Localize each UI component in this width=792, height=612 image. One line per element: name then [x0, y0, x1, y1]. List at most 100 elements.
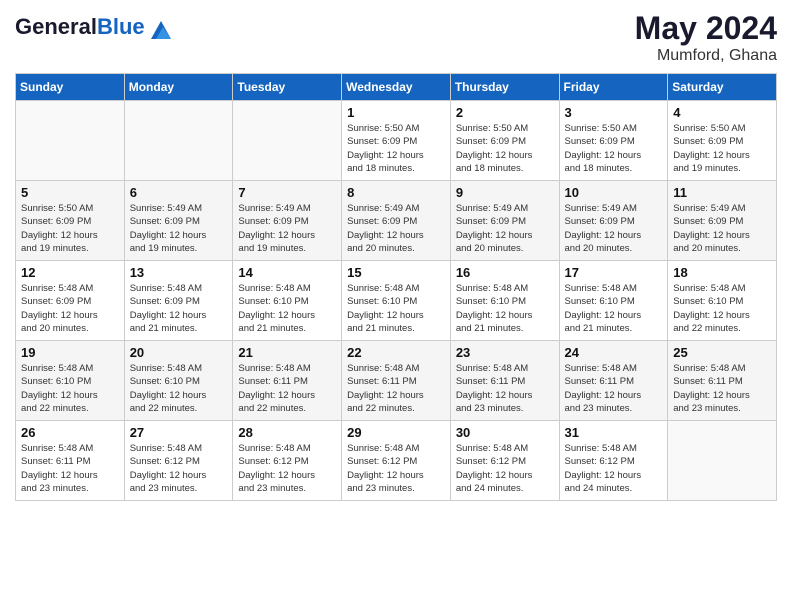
day-info: Sunrise: 5:48 AM Sunset: 6:10 PM Dayligh… [21, 362, 119, 415]
day-info: Sunrise: 5:48 AM Sunset: 6:12 PM Dayligh… [130, 442, 228, 495]
day-number: 23 [456, 345, 554, 360]
day-number: 15 [347, 265, 445, 280]
calendar-cell [233, 101, 342, 181]
calendar-cell: 7 Sunrise: 5:49 AM Sunset: 6:09 PM Daylig… [233, 181, 342, 261]
day-info: Sunrise: 5:48 AM Sunset: 6:10 PM Dayligh… [456, 282, 554, 335]
day-number: 8 [347, 185, 445, 200]
page-header: GeneralBlue May 2024 Mumford, Ghana [15, 10, 777, 65]
calendar-header-row: SundayMondayTuesdayWednesdayThursdayFrid… [16, 74, 777, 101]
logo-blue: Blue [97, 14, 145, 39]
calendar-cell: 21Sunrise: 5:48 AM Sunset: 6:11 PM Dayli… [233, 341, 342, 421]
calendar-cell: 18 Sunrise: 5:48 AM Sunset: 6:10 PM Dayli… [668, 261, 777, 341]
calendar-cell: 1 Sunrise: 5:50 AM Sunset: 6:09 PM Daylig… [342, 101, 451, 181]
day-number: 7 [238, 185, 336, 200]
day-number: 17 [565, 265, 663, 280]
calendar-cell: 2Sunrise: 5:50 AM Sunset: 6:09 PM Daylig… [450, 101, 559, 181]
calendar-cell: 3 Sunrise: 5:50 AM Sunset: 6:09 PM Daylig… [559, 101, 668, 181]
calendar-cell: 10Sunrise: 5:49 AM Sunset: 6:09 PM Dayli… [559, 181, 668, 261]
calendar-cell: 14Sunrise: 5:48 AM Sunset: 6:10 PM Dayli… [233, 261, 342, 341]
calendar-week-1: 1 Sunrise: 5:50 AM Sunset: 6:09 PM Daylig… [16, 101, 777, 181]
day-number: 28 [238, 425, 336, 440]
day-info: Sunrise: 5:49 AM Sunset: 6:09 PM Dayligh… [130, 202, 228, 255]
day-info: Sunrise: 5:50 AM Sunset: 6:09 PM Dayligh… [21, 202, 119, 255]
calendar-cell: 12 Sunrise: 5:48 AM Sunset: 6:09 PM Dayli… [16, 261, 125, 341]
day-number: 4 [673, 105, 771, 120]
calendar-week-4: 19 Sunrise: 5:48 AM Sunset: 6:10 PM Dayli… [16, 341, 777, 421]
calendar-cell: 20 Sunrise: 5:48 AM Sunset: 6:10 PM Dayli… [124, 341, 233, 421]
month-year-title: May 2024 [635, 10, 777, 47]
calendar-table: SundayMondayTuesdayWednesdayThursdayFrid… [15, 73, 777, 501]
day-number: 31 [565, 425, 663, 440]
calendar-cell: 29Sunrise: 5:48 AM Sunset: 6:12 PM Dayli… [342, 421, 451, 501]
calendar-week-5: 26 Sunrise: 5:48 AM Sunset: 6:11 PM Dayli… [16, 421, 777, 501]
day-number: 1 [347, 105, 445, 120]
calendar-cell: 30 Sunrise: 5:48 AM Sunset: 6:12 PM Dayli… [450, 421, 559, 501]
day-number: 13 [130, 265, 228, 280]
logo: GeneralBlue [15, 14, 171, 40]
day-info: Sunrise: 5:48 AM Sunset: 6:11 PM Dayligh… [238, 362, 336, 415]
day-number: 9 [456, 185, 554, 200]
day-number: 10 [565, 185, 663, 200]
calendar-cell: 9 Sunrise: 5:49 AM Sunset: 6:09 PM Daylig… [450, 181, 559, 261]
day-info: Sunrise: 5:48 AM Sunset: 6:09 PM Dayligh… [21, 282, 119, 335]
calendar-cell: 13Sunrise: 5:48 AM Sunset: 6:09 PM Dayli… [124, 261, 233, 341]
calendar-cell: 8 Sunrise: 5:49 AM Sunset: 6:09 PM Daylig… [342, 181, 451, 261]
day-number: 27 [130, 425, 228, 440]
calendar-cell: 31Sunrise: 5:48 AM Sunset: 6:12 PM Dayli… [559, 421, 668, 501]
day-number: 5 [21, 185, 119, 200]
day-info: Sunrise: 5:48 AM Sunset: 6:12 PM Dayligh… [456, 442, 554, 495]
day-info: Sunrise: 5:49 AM Sunset: 6:09 PM Dayligh… [456, 202, 554, 255]
day-info: Sunrise: 5:48 AM Sunset: 6:12 PM Dayligh… [238, 442, 336, 495]
day-info: Sunrise: 5:48 AM Sunset: 6:10 PM Dayligh… [130, 362, 228, 415]
calendar-cell: 11Sunrise: 5:49 AM Sunset: 6:09 PM Dayli… [668, 181, 777, 261]
calendar-week-3: 12 Sunrise: 5:48 AM Sunset: 6:09 PM Dayli… [16, 261, 777, 341]
title-block: May 2024 Mumford, Ghana [635, 10, 777, 65]
header-wednesday: Wednesday [342, 74, 451, 101]
day-number: 12 [21, 265, 119, 280]
header-monday: Monday [124, 74, 233, 101]
day-info: Sunrise: 5:50 AM Sunset: 6:09 PM Dayligh… [565, 122, 663, 175]
day-info: Sunrise: 5:49 AM Sunset: 6:09 PM Dayligh… [238, 202, 336, 255]
day-info: Sunrise: 5:48 AM Sunset: 6:10 PM Dayligh… [238, 282, 336, 335]
calendar-cell: 27 Sunrise: 5:48 AM Sunset: 6:12 PM Dayli… [124, 421, 233, 501]
day-number: 16 [456, 265, 554, 280]
logo-general: General [15, 14, 97, 39]
day-number: 6 [130, 185, 228, 200]
day-info: Sunrise: 5:48 AM Sunset: 6:11 PM Dayligh… [347, 362, 445, 415]
day-number: 22 [347, 345, 445, 360]
calendar-cell: 28 Sunrise: 5:48 AM Sunset: 6:12 PM Dayli… [233, 421, 342, 501]
day-number: 29 [347, 425, 445, 440]
day-number: 19 [21, 345, 119, 360]
day-info: Sunrise: 5:49 AM Sunset: 6:09 PM Dayligh… [347, 202, 445, 255]
day-number: 20 [130, 345, 228, 360]
header-saturday: Saturday [668, 74, 777, 101]
day-info: Sunrise: 5:50 AM Sunset: 6:09 PM Dayligh… [347, 122, 445, 175]
calendar-cell: 25Sunrise: 5:48 AM Sunset: 6:11 PM Dayli… [668, 341, 777, 421]
calendar-cell: 15 Sunrise: 5:48 AM Sunset: 6:10 PM Dayli… [342, 261, 451, 341]
calendar-cell: 6 Sunrise: 5:49 AM Sunset: 6:09 PM Daylig… [124, 181, 233, 261]
calendar-cell: 4 Sunrise: 5:50 AM Sunset: 6:09 PM Daylig… [668, 101, 777, 181]
day-info: Sunrise: 5:48 AM Sunset: 6:11 PM Dayligh… [565, 362, 663, 415]
day-info: Sunrise: 5:48 AM Sunset: 6:10 PM Dayligh… [347, 282, 445, 335]
day-number: 30 [456, 425, 554, 440]
location-title: Mumford, Ghana [635, 47, 777, 65]
header-sunday: Sunday [16, 74, 125, 101]
calendar-cell: 23Sunrise: 5:48 AM Sunset: 6:11 PM Dayli… [450, 341, 559, 421]
day-number: 3 [565, 105, 663, 120]
calendar-cell: 16 Sunrise: 5:48 AM Sunset: 6:10 PM Dayli… [450, 261, 559, 341]
calendar-cell: 19 Sunrise: 5:48 AM Sunset: 6:10 PM Dayli… [16, 341, 125, 421]
calendar-cell [124, 101, 233, 181]
day-info: Sunrise: 5:48 AM Sunset: 6:10 PM Dayligh… [673, 282, 771, 335]
calendar-cell: 5 Sunrise: 5:50 AM Sunset: 6:09 PM Daylig… [16, 181, 125, 261]
calendar-cell [668, 421, 777, 501]
day-number: 18 [673, 265, 771, 280]
header-tuesday: Tuesday [233, 74, 342, 101]
calendar-cell [16, 101, 125, 181]
day-info: Sunrise: 5:48 AM Sunset: 6:11 PM Dayligh… [21, 442, 119, 495]
day-number: 26 [21, 425, 119, 440]
day-info: Sunrise: 5:49 AM Sunset: 6:09 PM Dayligh… [673, 202, 771, 255]
calendar-cell: 26 Sunrise: 5:48 AM Sunset: 6:11 PM Dayli… [16, 421, 125, 501]
header-friday: Friday [559, 74, 668, 101]
calendar-cell: 22 Sunrise: 5:48 AM Sunset: 6:11 PM Dayli… [342, 341, 451, 421]
day-info: Sunrise: 5:50 AM Sunset: 6:09 PM Dayligh… [673, 122, 771, 175]
